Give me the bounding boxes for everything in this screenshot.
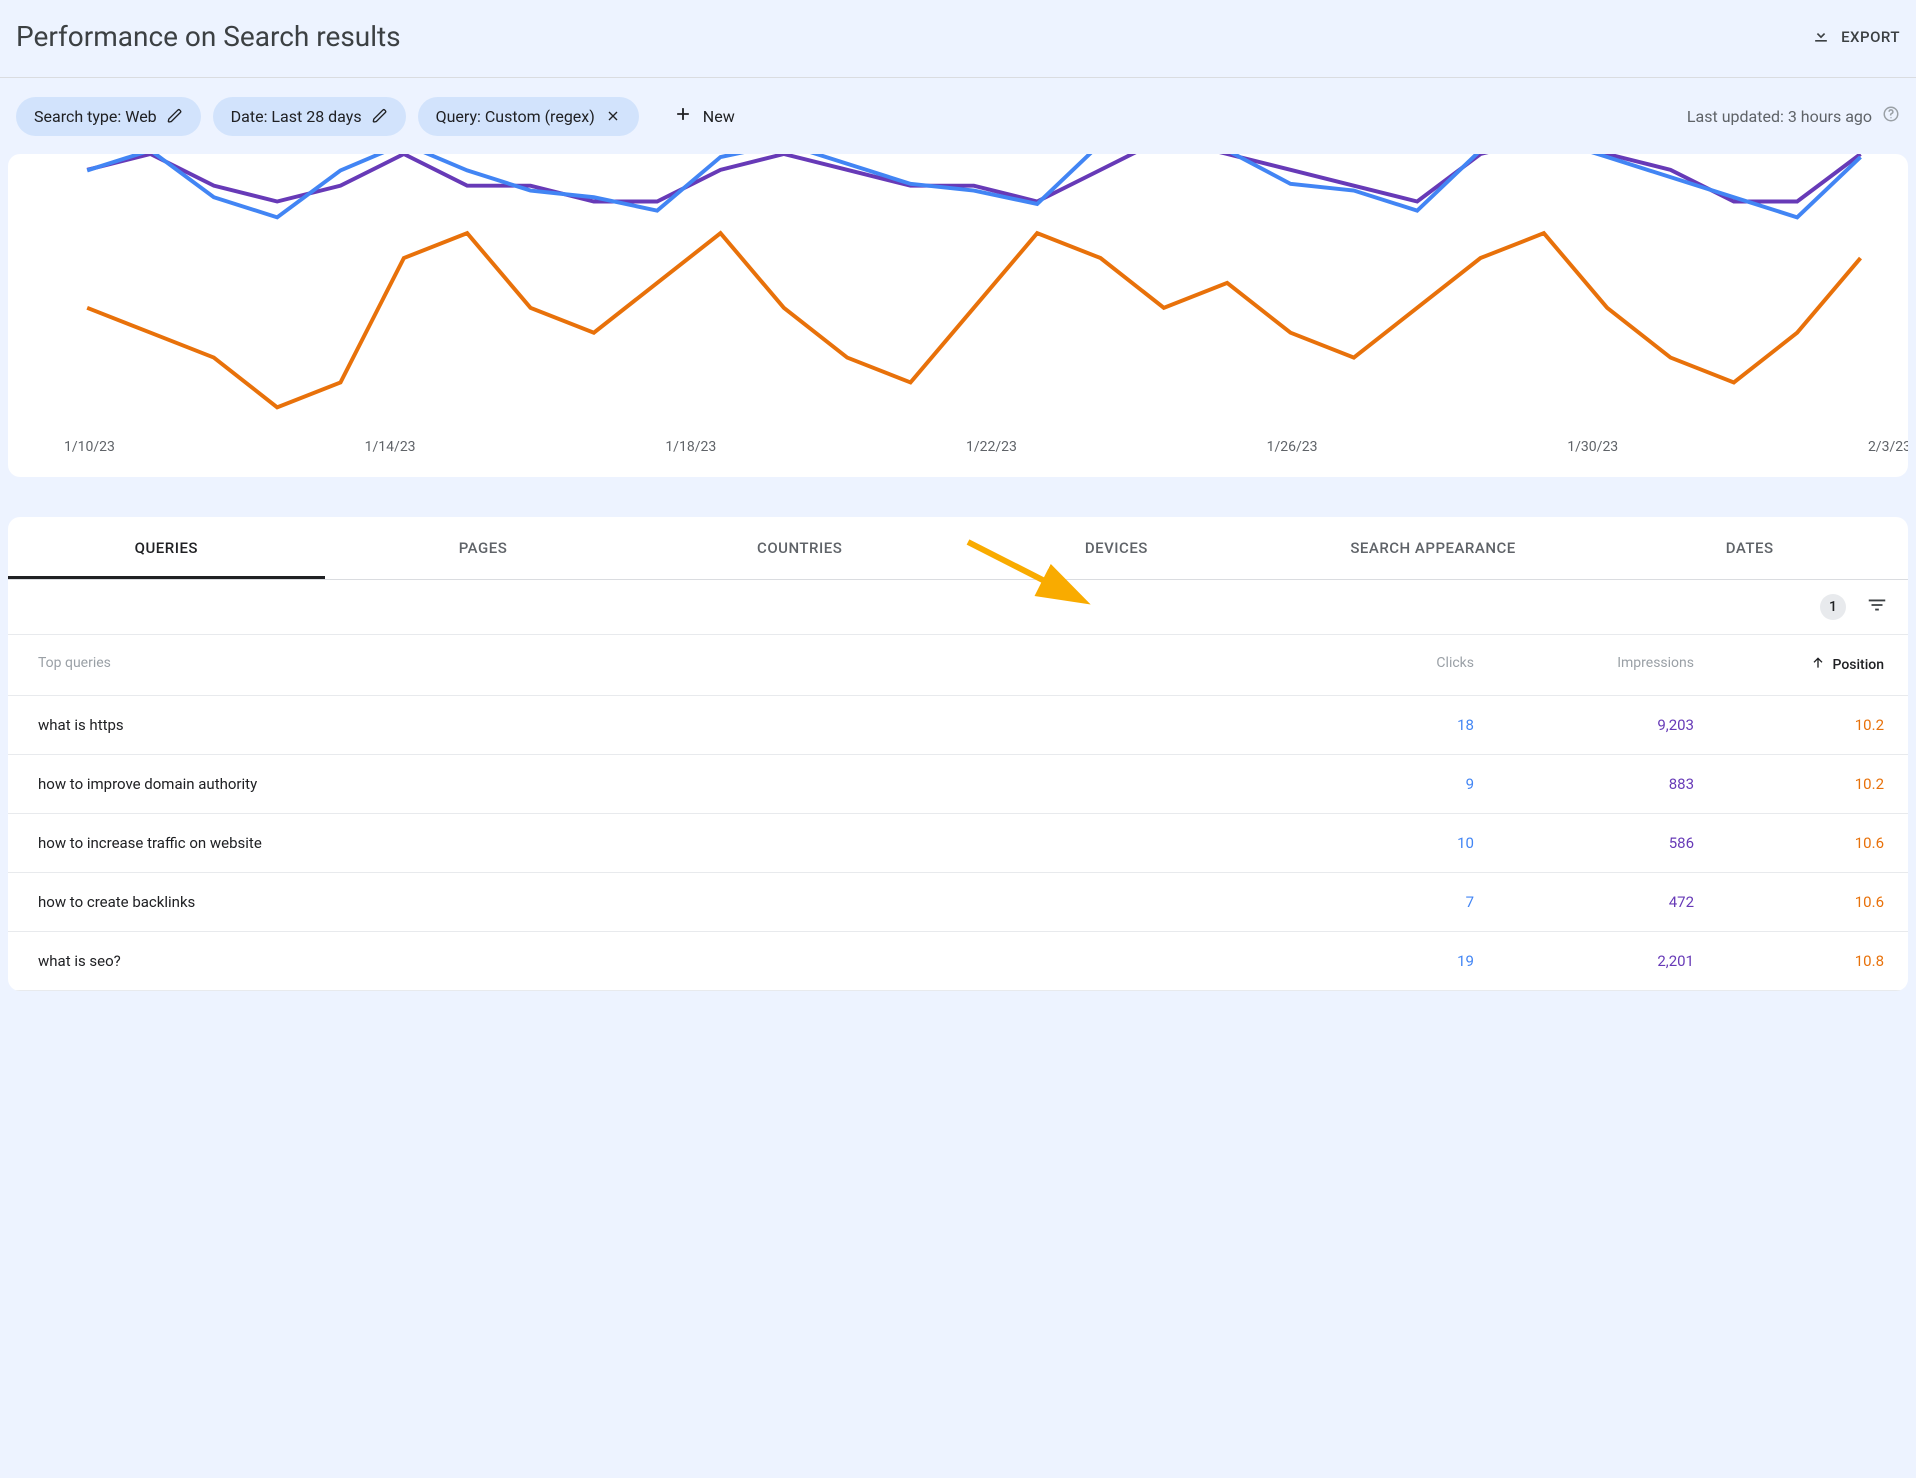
table-row[interactable]: what is https189,20310.2	[8, 696, 1908, 755]
cell-clicks: 7	[1324, 893, 1474, 911]
tab-queries[interactable]: QUERIES	[8, 517, 325, 579]
last-updated: Last updated: 3 hours ago	[1687, 105, 1900, 127]
cell-impressions: 883	[1474, 775, 1694, 793]
pencil-icon	[167, 108, 183, 124]
performance-chart	[8, 154, 1908, 439]
chip-label: Query: Custom (regex)	[436, 107, 595, 126]
export-button[interactable]: EXPORT	[1811, 25, 1900, 49]
cell-position: 10.8	[1694, 952, 1884, 970]
column-header-query[interactable]: Top queries	[38, 655, 1324, 675]
cell-clicks: 18	[1324, 716, 1474, 734]
cell-position: 10.2	[1694, 716, 1884, 734]
pencil-icon	[372, 108, 388, 124]
filter-chip-search-type[interactable]: Search type: Web	[16, 97, 201, 136]
table-row[interactable]: how to improve domain authority988310.2	[8, 755, 1908, 814]
tab-dates[interactable]: DATES	[1591, 517, 1908, 579]
tab-devices[interactable]: DEVICES	[958, 517, 1275, 579]
table-body: what is https189,20310.2how to improve d…	[8, 696, 1908, 991]
column-header-position-label: Position	[1832, 657, 1884, 673]
table-toolbar: 1	[8, 580, 1908, 635]
tab-pages[interactable]: PAGES	[325, 517, 642, 579]
table-tabs: QUERIESPAGESCOUNTRIESDEVICESSEARCH APPEA…	[8, 517, 1908, 580]
cell-position: 10.6	[1694, 893, 1884, 911]
column-header-impressions[interactable]: Impressions	[1474, 655, 1694, 675]
page-header: Performance on Search results EXPORT	[0, 0, 1916, 77]
cell-impressions: 9,203	[1474, 716, 1694, 734]
cell-query: how to increase traffic on website	[38, 834, 1324, 852]
export-label: EXPORT	[1841, 28, 1900, 46]
table-header-row: Top queries Clicks Impressions Position	[8, 635, 1908, 696]
cell-impressions: 586	[1474, 834, 1694, 852]
cell-impressions: 2,201	[1474, 952, 1694, 970]
cell-query: how to improve domain authority	[38, 775, 1324, 793]
filter-chip-query[interactable]: Query: Custom (regex)	[418, 97, 639, 136]
cell-clicks: 10	[1324, 834, 1474, 852]
chip-label: Search type: Web	[34, 107, 157, 126]
close-icon[interactable]	[605, 108, 621, 124]
cell-clicks: 19	[1324, 952, 1474, 970]
table-row[interactable]: how to increase traffic on website105861…	[8, 814, 1908, 873]
sort-asc-icon	[1810, 655, 1826, 675]
new-label: New	[703, 107, 735, 126]
table-row[interactable]: what is seo?192,20110.8	[8, 932, 1908, 991]
column-header-position[interactable]: Position	[1694, 655, 1884, 675]
last-updated-text: Last updated: 3 hours ago	[1687, 107, 1872, 126]
cell-position: 10.6	[1694, 834, 1884, 852]
cell-query: what is https	[38, 716, 1324, 734]
filters-bar: Search type: Web Date: Last 28 days Quer…	[0, 78, 1916, 154]
column-header-clicks[interactable]: Clicks	[1324, 655, 1474, 675]
queries-table-card: QUERIESPAGESCOUNTRIESDEVICESSEARCH APPEA…	[8, 517, 1908, 991]
new-filter-button[interactable]: New	[659, 94, 749, 138]
page-title: Performance on Search results	[16, 20, 401, 53]
table-row[interactable]: how to create backlinks747210.6	[8, 873, 1908, 932]
filter-count-badge[interactable]: 1	[1820, 594, 1846, 620]
help-icon[interactable]	[1882, 105, 1900, 127]
cell-clicks: 9	[1324, 775, 1474, 793]
tab-countries[interactable]: COUNTRIES	[641, 517, 958, 579]
chart-x-axis: 1/10/231/14/231/18/231/22/231/26/231/30/…	[8, 439, 1908, 477]
cell-query: what is seo?	[38, 952, 1324, 970]
cell-impressions: 472	[1474, 893, 1694, 911]
tab-search-appearance[interactable]: SEARCH APPEARANCE	[1275, 517, 1592, 579]
plus-icon	[673, 104, 693, 128]
cell-position: 10.2	[1694, 775, 1884, 793]
filter-list-icon[interactable]	[1866, 594, 1888, 620]
chart-card: 1/10/231/14/231/18/231/22/231/26/231/30/…	[8, 154, 1908, 477]
download-icon	[1811, 25, 1831, 49]
chip-label: Date: Last 28 days	[231, 107, 362, 126]
filter-chip-date[interactable]: Date: Last 28 days	[213, 97, 406, 136]
cell-query: how to create backlinks	[38, 893, 1324, 911]
